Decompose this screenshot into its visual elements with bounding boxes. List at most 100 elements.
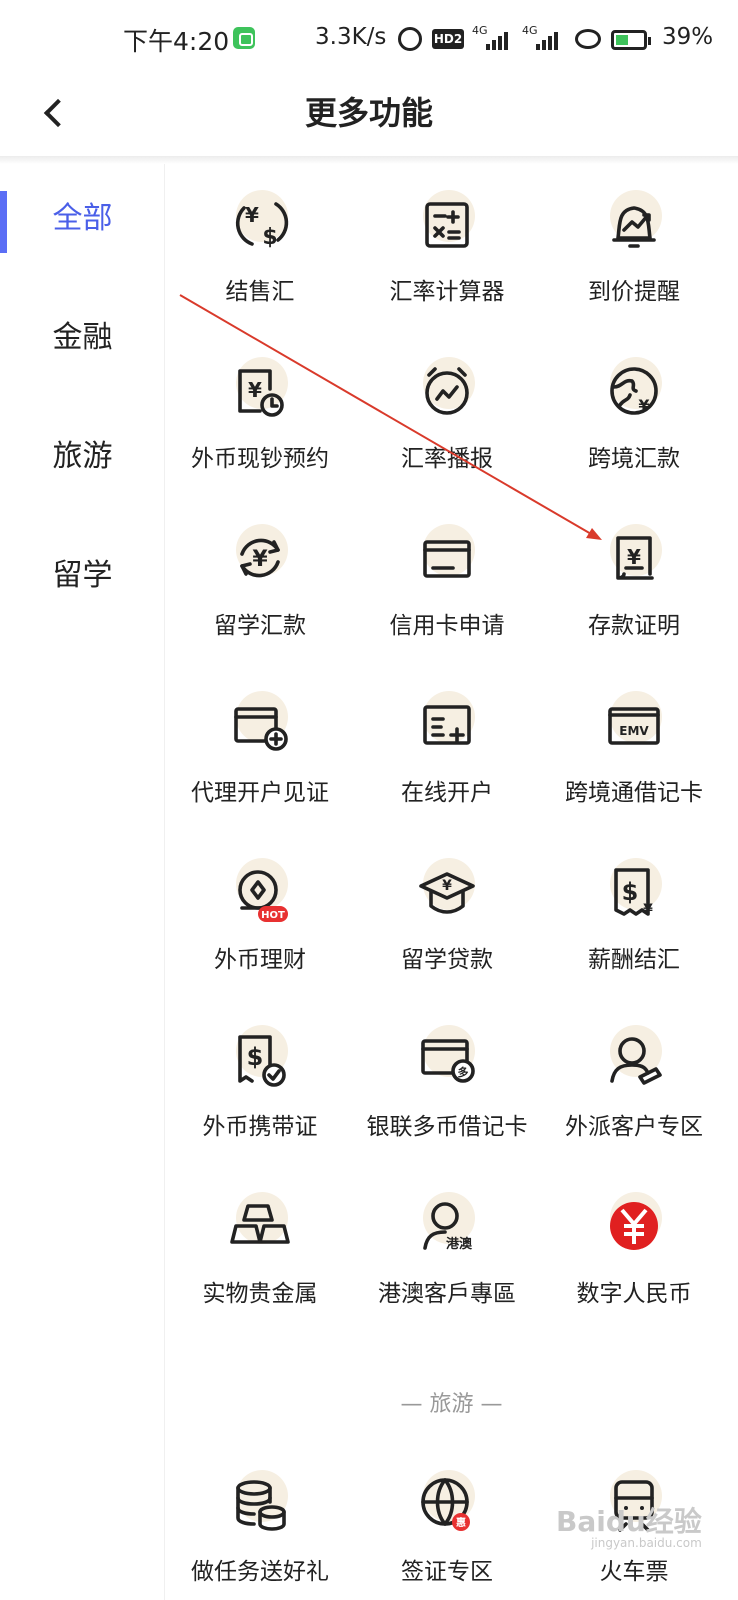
feature-label: 汇率计算器	[389, 279, 505, 305]
online-account-icon	[417, 691, 477, 755]
watermark: Baidu经验 jingyan.baidu.com	[556, 1500, 702, 1550]
feature-item[interactable]: 外派客户专区	[539, 999, 729, 1165]
deposit-certificate-icon: ¥	[604, 524, 664, 588]
feature-item[interactable]: 数字人民币	[539, 1166, 729, 1332]
sidebar-item-all[interactable]: 全部	[0, 189, 165, 249]
emv-card-icon: EMV	[604, 691, 664, 755]
network-type-label: 4G	[472, 24, 488, 37]
sidebar-item-finance[interactable]: 金融	[0, 308, 165, 368]
feature-item[interactable]: 汇率播报	[352, 331, 542, 497]
feature-label: 港澳客戶專區	[378, 1281, 516, 1307]
feature-label: 实物贵金属	[202, 1281, 318, 1307]
svg-text:¥: ¥	[638, 396, 649, 415]
svg-text:¥: ¥	[248, 378, 262, 402]
page-title: 更多功能	[304, 94, 433, 132]
feature-label: 存款证明	[588, 613, 680, 639]
credit-card-icon	[417, 524, 477, 588]
network-speed: 3.3K/s	[315, 24, 387, 50]
cash-clock-icon: ¥	[230, 357, 290, 421]
svg-text:EMV: EMV	[619, 724, 649, 738]
feature-label: 留学汇款	[214, 613, 306, 639]
category-sidebar: 全部 金融 旅游 留学	[0, 164, 165, 1600]
svg-text:¥: ¥	[643, 902, 653, 918]
feature-label: 结售汇	[225, 279, 295, 305]
feature-label: 薪酬结汇	[588, 947, 680, 973]
header: 更多功能	[0, 80, 738, 158]
feature-item[interactable]: $ 外币携带证	[165, 999, 355, 1165]
feature-item[interactable]: ¥ 外币现钞预约	[165, 331, 355, 497]
svg-text:多: 多	[458, 1065, 469, 1079]
multi-currency-card-icon: 多	[417, 1025, 477, 1089]
section-title-travel: — 旅游 —	[400, 1392, 503, 1417]
feature-item[interactable]: $ ¥ 薪酬结汇	[539, 832, 729, 998]
sidebar-item-travel[interactable]: 旅游	[0, 427, 165, 487]
feature-label: 信用卡申请	[389, 613, 505, 639]
feature-label: 跨境通借记卡	[565, 780, 703, 806]
svg-text:¥: ¥	[442, 878, 452, 894]
feature-item[interactable]: 信用卡申请	[352, 498, 542, 664]
feature-item[interactable]: HOT 外币理财	[165, 832, 355, 998]
feature-item[interactable]: 做任务送好礼	[165, 1444, 355, 1600]
svg-text:$: $	[247, 1043, 264, 1071]
globe-discount-icon: 惠	[417, 1470, 477, 1534]
feature-item[interactable]: ¥ 留学贷款	[352, 832, 542, 998]
feature-item[interactable]: ¥ 跨境汇款	[539, 331, 729, 497]
alarm-clock-icon	[417, 357, 477, 421]
watermark-text: Baidu经验	[556, 1505, 702, 1538]
exchange-yen-dollar-icon: ¥ $	[230, 190, 290, 254]
app-notification-icon	[233, 27, 255, 49]
dollar-receipt-icon: $ ¥	[604, 858, 664, 922]
feature-item[interactable]: 代理开户见证	[165, 665, 355, 831]
feature-item[interactable]: ¥ 存款证明	[539, 498, 729, 664]
feature-item[interactable]: EMV 跨境通借记卡	[539, 665, 729, 831]
feature-item[interactable]: 港澳港澳客戶專區	[352, 1166, 542, 1332]
svg-text:¥: ¥	[245, 203, 259, 227]
watermark-sub: jingyan.baidu.com	[591, 1536, 702, 1550]
header-divider	[0, 156, 738, 164]
battery-icon	[611, 30, 651, 50]
feature-item[interactable]: 惠签证专区	[352, 1444, 542, 1600]
yen-cycle-icon: ¥	[230, 524, 290, 588]
dollar-receipt-check-icon: $	[230, 1025, 290, 1089]
feature-label: 做任务送好礼	[191, 1559, 329, 1585]
feature-item[interactable]: 汇率计算器	[352, 164, 542, 330]
signal-icon: 4G	[472, 24, 514, 52]
feature-label: 外派客户专区	[565, 1114, 703, 1140]
svg-text:港澳: 港澳	[446, 1236, 473, 1252]
feature-label: 银联多币借记卡	[366, 1114, 528, 1140]
svg-text:$: $	[622, 878, 639, 906]
bell-trend-icon	[604, 190, 664, 254]
feature-label: 外币现钞预约	[191, 446, 329, 472]
feature-label: 代理开户见证	[191, 780, 329, 806]
network-type-label-2: 4G	[522, 24, 538, 37]
calculator-icon	[417, 190, 477, 254]
status-bar: 下午4:20 3.3K/s HD2 4G 4G 39%	[0, 0, 738, 80]
sidebar-item-study-abroad[interactable]: 留学	[0, 546, 165, 606]
feature-label: 签证专区	[401, 1559, 493, 1585]
hd-voice-icon: HD2	[432, 29, 464, 49]
feature-item[interactable]: 多银联多币借记卡	[352, 999, 542, 1165]
graduation-cap-yen-icon: ¥	[417, 858, 477, 922]
feature-label: 在线开户	[401, 780, 493, 806]
svg-text:HOT: HOT	[261, 910, 285, 921]
battery-percent: 39%	[662, 24, 714, 50]
feature-item[interactable]: 实物贵金属	[165, 1166, 355, 1332]
feature-label: 数字人民币	[576, 1281, 692, 1307]
link-icon	[575, 29, 601, 49]
feature-label: 外币携带证	[202, 1114, 318, 1140]
card-plus-icon	[230, 691, 290, 755]
feature-label: 火车票	[599, 1559, 669, 1585]
feature-label: 到价提醒	[588, 279, 680, 305]
feature-item[interactable]: ¥ 留学汇款	[165, 498, 355, 664]
person-expat-icon	[604, 1025, 664, 1089]
feature-item[interactable]: 在线开户	[352, 665, 542, 831]
feature-grid: ¥ $ 结售汇 汇率计算器 到价提醒 ¥ 外币现钞预约 汇率播报 ¥ 跨境汇款 ¥ 留学汇款 信用卡申请…	[165, 164, 738, 1600]
person-hk-macau-icon: 港澳	[417, 1192, 477, 1256]
feature-item[interactable]: ¥ $ 结售汇	[165, 164, 355, 330]
svg-text:¥: ¥	[252, 547, 268, 572]
signal-icon-2: 4G	[522, 24, 564, 52]
gold-bars-icon	[230, 1192, 290, 1256]
feature-item[interactable]: 到价提醒	[539, 164, 729, 330]
feature-label: 跨境汇款	[588, 446, 680, 472]
svg-text:¥: ¥	[627, 545, 641, 569]
